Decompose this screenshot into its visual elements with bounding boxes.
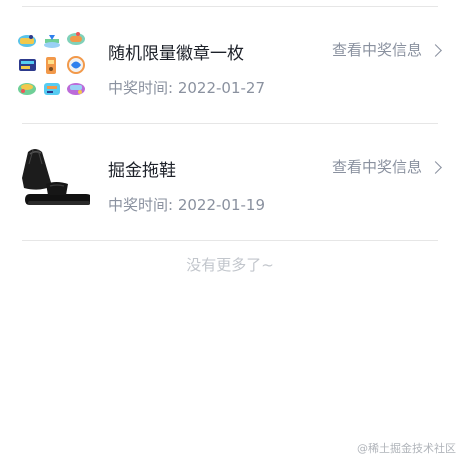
watermark: @稀土掘金技术社区 bbox=[357, 442, 456, 455]
view-winning-info-link[interactable]: 查看中奖信息 bbox=[331, 156, 442, 177]
view-winning-info-label: 查看中奖信息 bbox=[331, 158, 422, 176]
badges-icon bbox=[18, 32, 85, 95]
win-time: 中奖时间: 2022-01-27 bbox=[108, 79, 265, 97]
divider bbox=[22, 240, 438, 241]
chevron-right-icon bbox=[429, 160, 442, 174]
chevron-right-icon bbox=[429, 43, 442, 57]
prize-item[interactable]: 掘金拖鞋 中奖时间: 2022-01-19 查看中奖信息 bbox=[0, 124, 460, 240]
view-winning-info-label: 查看中奖信息 bbox=[331, 41, 422, 59]
prize-name: 掘金拖鞋 bbox=[108, 161, 176, 181]
prize-name: 随机限量徽章一枚 bbox=[108, 44, 244, 64]
slippers-icon bbox=[22, 149, 90, 205]
win-time: 中奖时间: 2022-01-19 bbox=[108, 196, 265, 214]
no-more-text: 没有更多了~ bbox=[186, 256, 274, 274]
prize-item[interactable]: 随机限量徽章一枚 中奖时间: 2022-01-27 查看中奖信息 bbox=[0, 7, 460, 123]
view-winning-info-link[interactable]: 查看中奖信息 bbox=[331, 39, 442, 60]
prize-list-page: 随机限量徽章一枚 中奖时间: 2022-01-27 查看中奖信息 掘金拖鞋 中奖… bbox=[0, 0, 460, 460]
